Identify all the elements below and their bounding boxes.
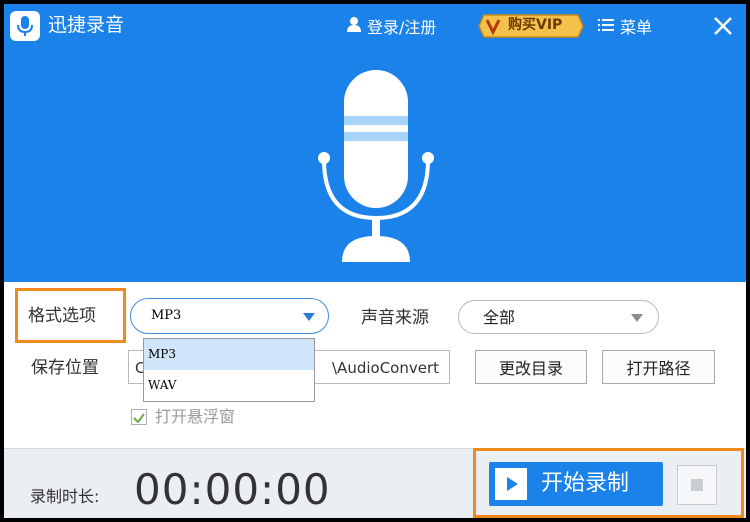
menu-label: 菜单 (620, 18, 653, 37)
buy-vip-button[interactable]: 购买VIP (478, 13, 584, 39)
format-select-value: MP3 (151, 308, 182, 323)
login-register-link[interactable]: 登录/注册 (347, 13, 436, 39)
recording-timer: 00:00:00 (134, 465, 331, 514)
stop-button[interactable] (677, 465, 717, 505)
format-label: 格式选项 (28, 306, 96, 326)
play-icon (495, 468, 527, 500)
recorder-window: 迅捷录音 登录/注册 购买VIP 菜单 格式选项 MP3 声音来源 全部 保存位… (4, 4, 746, 518)
save-path-value: \AudioConvert (332, 359, 439, 377)
format-dropdown-list: MP3 WAV (143, 338, 315, 402)
format-option-mp3[interactable]: MP3 (144, 339, 314, 370)
chevron-down-icon (631, 314, 643, 322)
close-icon (714, 17, 732, 35)
buy-vip-label: 购买VIP (508, 17, 563, 33)
microphone-icon (318, 70, 434, 262)
open-path-button[interactable]: 打开路径 (602, 350, 715, 384)
close-button[interactable] (712, 15, 734, 37)
check-icon (133, 413, 145, 424)
app-title: 迅捷录音 (48, 14, 125, 36)
hero-area: 迅捷录音 登录/注册 购买VIP 菜单 (4, 4, 746, 282)
source-label: 声音来源 (361, 308, 429, 328)
change-directory-button[interactable]: 更改目录 (475, 350, 587, 384)
format-select[interactable]: MP3 (130, 298, 329, 334)
stop-icon (691, 479, 703, 491)
user-icon (347, 16, 361, 36)
float-window-label[interactable]: 打开悬浮窗 (155, 406, 235, 428)
save-location-label: 保存位置 (31, 358, 99, 378)
login-register-label: 登录/注册 (367, 18, 437, 37)
start-recording-button[interactable]: 开始录制 (489, 462, 663, 506)
title-bar: 迅捷录音 登录/注册 购买VIP 菜单 (4, 4, 746, 48)
source-select[interactable]: 全部 (458, 300, 659, 334)
float-window-checkbox[interactable] (131, 409, 147, 425)
hamburger-menu-icon (598, 17, 614, 36)
chevron-down-icon (303, 313, 315, 321)
microphone-logo-icon (10, 11, 40, 41)
start-recording-label: 开始录制 (541, 471, 630, 496)
menu-button[interactable]: 菜单 (598, 13, 652, 39)
format-option-wav[interactable]: WAV (144, 370, 314, 401)
duration-label: 录制时长: (30, 487, 100, 506)
source-select-value: 全部 (483, 308, 516, 327)
